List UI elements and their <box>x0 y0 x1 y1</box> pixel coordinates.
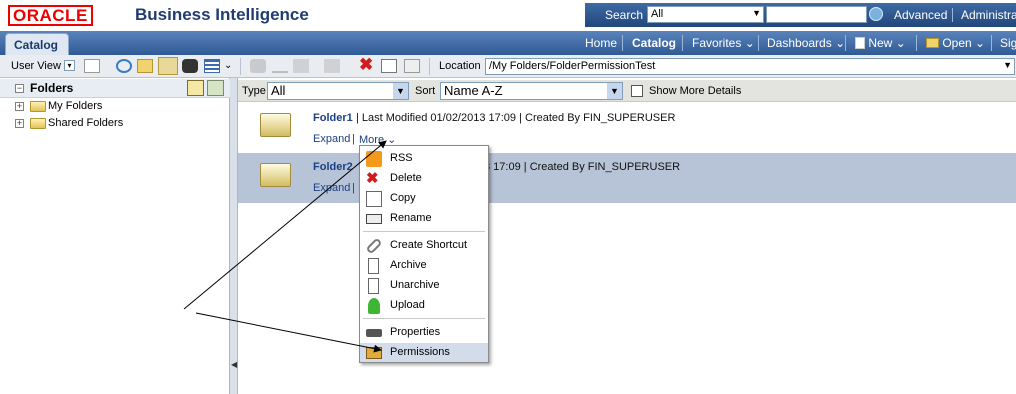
arrow-to-more <box>183 140 387 310</box>
annotation-arrows <box>183 140 387 353</box>
arrow-to-permissions <box>195 312 382 353</box>
